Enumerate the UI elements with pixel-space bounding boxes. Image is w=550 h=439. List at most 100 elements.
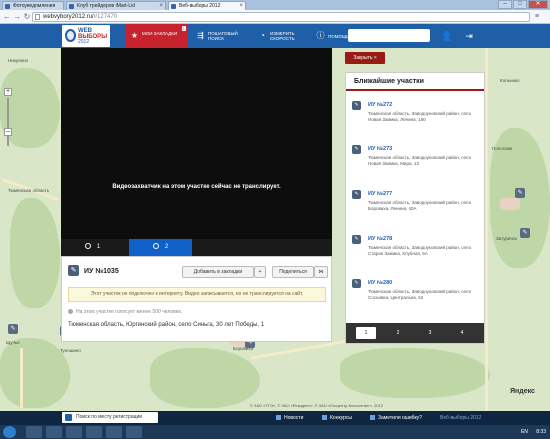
tab-favicon-icon [5,4,10,9]
browser-tab-2[interactable]: Клуб трейдеров iMart-Lid × [66,1,166,10]
add-plus-button[interactable]: + [254,266,266,278]
share-button[interactable]: Поделиться [272,266,314,278]
site-search-input[interactable] [348,29,430,42]
ballot-box-icon: ✎ [68,265,79,276]
tab-label: Клуб трейдеров iMart-Lid [77,3,136,9]
url-host: webvybory2012.ru/ [43,14,94,20]
browser-tabbar: Фотоуведомления Клуб трейдеров iMart-Lid… [0,0,550,10]
user-icon[interactable]: 👤 [440,29,454,43]
system-tray[interactable]: EN 8:33 [521,426,546,438]
news-link[interactable]: Новости [276,412,303,424]
close-nearby-button[interactable]: Закрыть × [345,52,385,64]
site-logo[interactable]: WEB ВЫБОРЫ 2012 [62,25,110,47]
reload-icon[interactable]: ↻ [22,12,32,22]
nearby-item-name[interactable]: ИУ №278 [368,236,392,242]
window-controls: – □ ✕ [498,0,548,9]
logout-icon[interactable]: ⇥ [462,29,476,43]
report-error-link[interactable]: Заметили ошибку? [370,412,422,424]
logo-text-3: 2012 [78,39,90,45]
camera-tabs: 1 2 [61,239,332,256]
video-player[interactable]: Видеозахватчик на этом участке сейчас не… [61,48,332,256]
tab-label: Фотоуведомления [13,3,56,9]
nav-label: ПОШАГОВЫЙ ПОИСК [208,31,238,41]
browser-tab-3[interactable]: Веб-выборы 2012 × [168,1,246,10]
people-icon [68,309,73,315]
map-label: Полосаки [492,146,513,151]
site-bottom-bar: Поиск по месту регистрации Новости Конку… [0,411,550,425]
page-button-2[interactable]: 2 [388,327,408,339]
steps-icon: ⇶ [197,31,204,40]
nearby-item-name[interactable]: ИУ №280 [368,280,392,286]
site-header: WEB ВЫБОРЫ 2012 ★ МОИ ЗАКЛАДКИ 1 ⇶ ПОШАГ… [0,24,550,48]
map-label: Тюменская область [8,188,50,193]
nearby-item[interactable]: ✎ ИУ №273 Тюменская область, Заводоуковс… [352,145,482,185]
nearby-pagination: 1 2 3 4 [346,323,484,343]
nearby-item[interactable]: ✎ ИУ №277 Тюменская область, Заводоуковс… [352,190,482,230]
station-pin-icon: ✎ [352,145,361,154]
camera-tab-1[interactable]: 1 [61,239,124,256]
maximize-button[interactable]: □ [513,0,527,9]
url-input[interactable]: webvybory2012.ru/#127470 [32,12,530,22]
nav-step-search[interactable]: ⇶ ПОШАГОВЫЙ ПОИСК [192,24,250,48]
station-pin-icon: ✎ [352,101,361,110]
nav-help[interactable]: ⓘ ПОМОЩЬ [312,24,350,48]
taskbar-app-icon[interactable] [26,426,42,438]
bookmarks-count-badge: 1 [181,26,186,31]
yandex-logo: Яндекс [510,388,535,395]
back-arrow-icon[interactable]: ← [2,12,12,22]
page-button-3[interactable]: 3 [420,327,440,339]
station-marker-icon[interactable]: ✎ [520,228,530,238]
contests-label: Конкурсы [330,415,353,421]
language-indicator[interactable]: EN [521,429,528,435]
station-pin-icon: ✎ [352,279,361,288]
star-icon: ★ [130,31,139,40]
station-marker-icon[interactable]: ✎ [8,324,18,334]
contests-link[interactable]: Конкурсы [322,412,352,424]
tab-close-icon[interactable]: × [239,2,243,10]
camera-tab-2[interactable]: 2 [129,239,192,256]
taskbar-app-icon[interactable] [86,426,102,438]
station-title: ИУ №1035 [84,268,119,275]
forward-arrow-icon[interactable]: → [12,12,22,22]
taskbar-app-icon[interactable] [106,426,122,438]
zoom-in-button[interactable]: + [4,88,12,96]
station-marker-icon[interactable]: ✎ [515,188,525,198]
nearby-item[interactable]: ✎ ИУ №278 Тюменская область, Заводоуковс… [352,235,482,275]
voters-text: На этом участке голосует менее 500 челов… [76,309,183,315]
page-button-4[interactable]: 4 [452,327,472,339]
nav-bookmarks[interactable]: ★ МОИ ЗАКЛАДКИ 1 [126,24,188,48]
camera-tab-label: 1 [96,244,101,250]
minimize-button[interactable]: – [498,0,512,9]
registration-search-button[interactable]: Поиск по месту регистрации [62,412,158,423]
nearby-title: Ближайшие участки [346,73,484,91]
nearby-item[interactable]: ✎ ИУ №272 Тюменская область, Заводоуковс… [352,101,482,141]
page-button-1[interactable]: 1 [356,327,376,339]
taskbar-app-icon[interactable] [46,426,62,438]
close-window-button[interactable]: ✕ [528,0,548,9]
map-label: Затуринск [496,236,518,241]
taskbar-app-icon[interactable] [66,426,82,438]
tab-favicon-icon [69,4,74,9]
share-icon[interactable]: ⋈ [314,266,328,278]
nearby-item-name[interactable]: ИУ №272 [368,102,392,108]
wrench-icon[interactable]: ≡ [535,13,544,21]
map-label: Щучье [6,340,20,345]
taskbar-app-icon[interactable] [126,426,142,438]
nearby-item-name[interactable]: ИУ №273 [368,146,392,152]
zoom-out-button[interactable]: – [4,128,12,136]
nearby-item-address: Тюменская область, Заводоуковский район,… [368,245,472,256]
offline-notice: Этот участок не подключен к интернету. В… [68,287,326,302]
clock[interactable]: 8:33 [536,429,546,435]
nearby-item-name[interactable]: ИУ №277 [368,191,392,197]
tab-close-icon[interactable]: × [159,2,163,10]
add-bookmark-button[interactable]: Добавить в закладки [182,266,254,278]
map-forest [10,198,60,308]
map-forest [0,68,60,148]
start-button[interactable] [3,426,16,438]
nav-speed-test[interactable]: ◔ ИЗМЕРИТЬ СКОРОСТЬ [254,24,312,48]
nearby-item[interactable]: ✎ ИУ №280 Тюменская область, Заводоуковс… [352,279,482,319]
browser-tab-1[interactable]: Фотоуведомления [2,1,64,10]
map-label: Туношино [60,348,81,353]
nearby-item-address: Тюменская область, Заводоуковский район,… [368,111,472,122]
zoom-slider[interactable] [7,98,9,146]
